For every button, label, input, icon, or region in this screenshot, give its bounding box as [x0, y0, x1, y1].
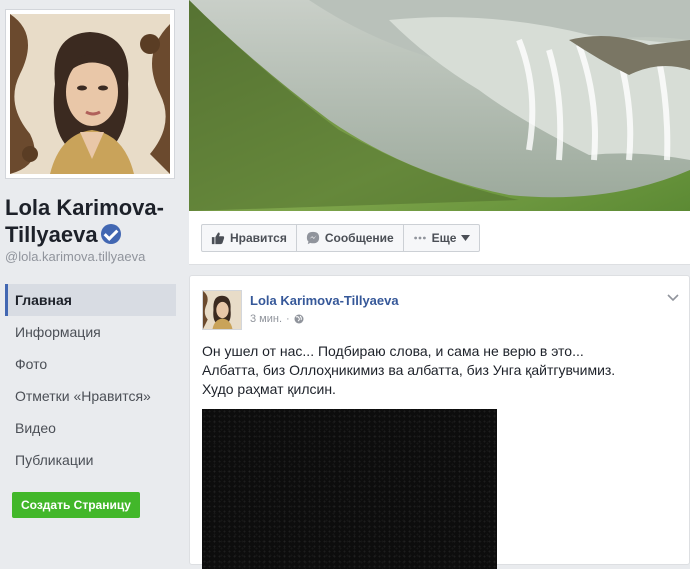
profile-photo — [10, 14, 170, 174]
page-handle[interactable]: @lola.karimova.tillyaeva — [5, 249, 145, 264]
post-text-line: Албатта, биз Оллоҳникимиз ва албатта, би… — [202, 362, 616, 378]
nav-item-home[interactable]: Главная — [5, 284, 176, 316]
nav-item-posts[interactable]: Публикации — [5, 444, 176, 476]
post-text-line: Худо раҳмат қилсин. — [202, 381, 336, 397]
ellipsis-icon — [413, 236, 426, 240]
page-title-line2: Tillyaeva — [5, 222, 98, 247]
chevron-down-icon — [461, 235, 471, 241]
more-label: Еще — [431, 231, 457, 245]
cover-photo[interactable] — [189, 0, 690, 211]
post-timestamp[interactable]: 3 мин. — [250, 313, 282, 325]
nav-item-photos[interactable]: Фото — [5, 348, 176, 380]
post-card: Lola Karimova-Tillyaeva 3 мин. · Он ушел… — [189, 275, 690, 569]
cover-image — [189, 0, 690, 211]
nav-item-likes[interactable]: Отметки «Нравится» — [5, 380, 176, 412]
meta-separator: · — [286, 313, 290, 325]
post-meta: 3 мин. · — [250, 313, 304, 325]
like-page-button[interactable]: Нравится — [202, 225, 297, 251]
message-button[interactable]: Сообщение — [297, 225, 404, 251]
page-action-bar: Нравится Сообщение Еще — [189, 211, 690, 265]
post-author-avatar[interactable] — [202, 290, 242, 330]
nav-item-about[interactable]: Информация — [5, 316, 176, 348]
page-nav: Главная Информация Фото Отметки «Нравитс… — [5, 284, 176, 476]
chevron-down-icon[interactable] — [667, 292, 679, 304]
like-label: Нравится — [230, 231, 287, 245]
message-label: Сообщение — [324, 231, 394, 245]
page-title-line1: Lola Karimova- — [5, 195, 164, 220]
action-button-group: Нравится Сообщение Еще — [201, 224, 481, 252]
page-title[interactable]: Lola Karimova- Tillyaeva — [5, 194, 185, 248]
more-button[interactable]: Еще — [404, 225, 480, 251]
profile-picture[interactable] — [5, 9, 175, 179]
create-page-button[interactable]: Создать Страницу — [12, 492, 140, 518]
post-text-line: Он ушел от нас... Подбираю слова, и сама… — [202, 343, 584, 359]
messenger-icon — [306, 231, 319, 245]
thumbs-up-icon — [211, 232, 225, 245]
nav-item-videos[interactable]: Видео — [5, 412, 176, 444]
post-author-name[interactable]: Lola Karimova-Tillyaeva — [250, 293, 399, 308]
post-text: Он ушел от нас... Подбираю слова, и сама… — [202, 342, 682, 399]
verified-badge-icon — [100, 224, 121, 244]
post-image[interactable] — [202, 409, 497, 569]
globe-icon — [294, 314, 304, 324]
avatar — [203, 291, 241, 329]
